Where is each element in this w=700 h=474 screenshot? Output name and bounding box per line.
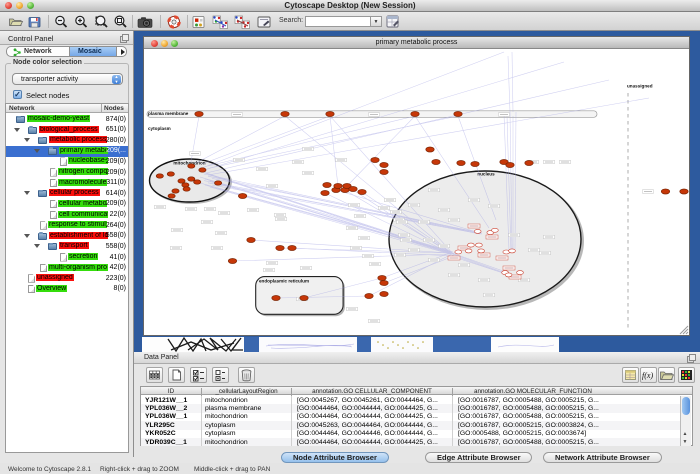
svg-text:unassigned: unassigned [627, 84, 653, 89]
svg-text:plasma membrane: plasma membrane [148, 111, 189, 116]
svg-text:endoplasmic reticulum: endoplasmic reticulum [259, 279, 309, 284]
svg-text:cytoplasm: cytoplasm [148, 126, 171, 131]
